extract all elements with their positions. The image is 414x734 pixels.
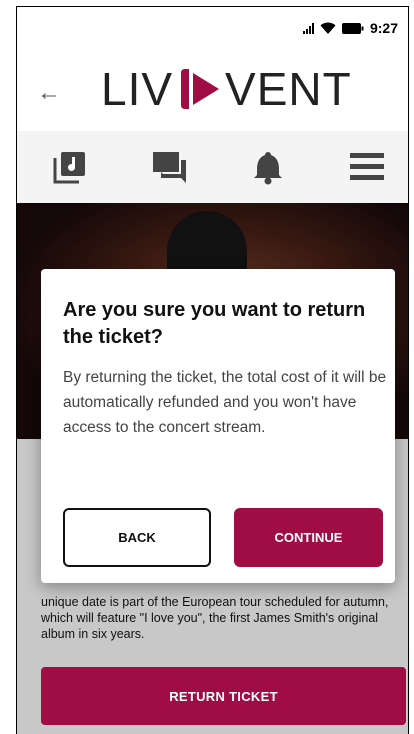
menu-icon[interactable] [348, 148, 386, 186]
continue-button[interactable]: CONTINUE [234, 508, 383, 567]
bell-icon[interactable] [249, 148, 287, 186]
phone-frame: 9:27 ← LIV VENT unique date is part of t… [16, 6, 409, 734]
logo-text-left: LIV [101, 63, 174, 115]
music-library-icon[interactable] [51, 148, 89, 186]
dialog-title: Are you sure you want to return the tick… [63, 299, 366, 348]
confirm-return-dialog: Are you sure you want to return the tick… [41, 269, 395, 583]
app-logo: LIV VENT [101, 59, 352, 119]
status-time: 9:27 [369, 20, 398, 36]
back-arrow-icon[interactable]: ← [37, 81, 61, 105]
return-ticket-button[interactable]: RETURN TICKET [41, 667, 406, 725]
back-button[interactable]: BACK [63, 508, 211, 567]
concert-description: unique date is part of the European tour… [41, 594, 389, 641]
dialog-message: By returning the ticket, the total cost … [63, 369, 387, 436]
chat-icon[interactable] [150, 148, 188, 186]
logo-text-right: VENT [225, 63, 352, 115]
logo-mark-icon [181, 69, 220, 109]
wifi-icon [320, 22, 336, 34]
status-bar: 9:27 [302, 19, 398, 37]
bottom-nav-bar [17, 131, 408, 203]
signal-icon [302, 22, 314, 34]
battery-icon [341, 22, 364, 34]
